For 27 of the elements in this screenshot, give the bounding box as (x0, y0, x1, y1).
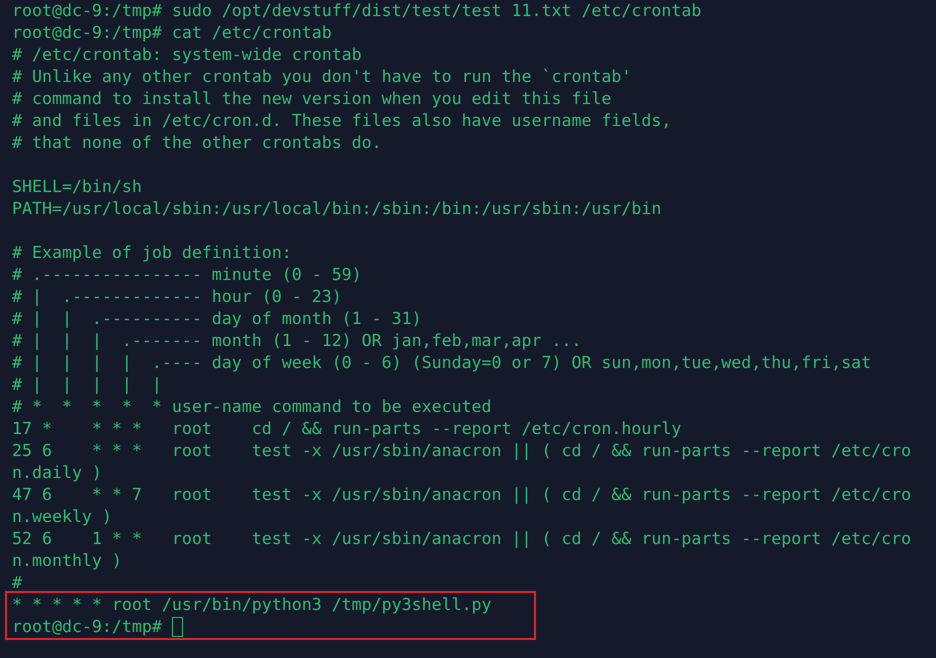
terminal-line: # command to install the new version when you edit this file (11, 88, 612, 110)
terminal-line: # | | .---------- day of month (1 - 31) (11, 308, 423, 330)
terminal-line: # | .------------- hour (0 - 23) (11, 286, 343, 308)
terminal-line: # | | | .------- month (1 - 12) OR jan,feb,mar,apr ... (11, 330, 582, 352)
terminal-line: # Unlike any other crontab you don't have to run the `crontab' (11, 66, 632, 88)
terminal-line: SHELL=/bin/sh (11, 176, 143, 198)
terminal-line: # .---------------- minute (0 - 59) (11, 264, 363, 286)
terminal-line: n.weekly ) (11, 506, 113, 528)
terminal-line: # (11, 572, 23, 594)
terminal-line: 52 6 1 * * root test -x /usr/sbin/anacron || ( cd / && run-parts --report /etc/cro (11, 528, 912, 550)
terminal-line: # Example of job definition: (11, 242, 293, 264)
terminal-line: n.daily ) (11, 462, 103, 484)
terminal-line: n.monthly ) (11, 550, 123, 572)
terminal-line: # * * * * * user-name command to be executed (11, 396, 493, 418)
terminal-line: # and files in /etc/cron.d. These files also have username fields, (11, 110, 672, 132)
terminal-line: root@dc-9:/tmp# sudo /opt/devstuff/dist/test/test 11.txt /etc/crontab (11, 0, 702, 22)
terminal-line: 17 * * * * root cd / && run-parts --report /etc/cron.hourly (11, 418, 682, 440)
terminal-line: # /etc/crontab: system-wide crontab (11, 44, 363, 66)
terminal-line: 25 6 * * * root test -x /usr/sbin/anacron || ( cd / && run-parts --report /etc/cro (11, 440, 912, 462)
terminal-line: # | | | | | (11, 374, 163, 396)
terminal-line: # that none of the other crontabs do. (11, 132, 383, 154)
terminal-line: # | | | | .---- day of week (0 - 6) (Sunday=0 or 7) OR sun,mon,tue,wed,thu,fri,sat (11, 352, 872, 374)
terminal-line: * * * * * root /usr/bin/python3 /tmp/py3shell.py (11, 594, 493, 616)
terminal-line: root@dc-9:/tmp# cat /etc/crontab (11, 22, 333, 44)
terminal-line: 47 6 * * 7 root test -x /usr/sbin/anacron || ( cd / && run-parts --report /etc/cro (11, 484, 912, 506)
shell-prompt: root@dc-9:/tmp# (11, 616, 162, 638)
terminal-line: PATH=/usr/local/sbin:/usr/local/bin:/sbin:/bin:/usr/sbin:/usr/bin (11, 198, 662, 220)
